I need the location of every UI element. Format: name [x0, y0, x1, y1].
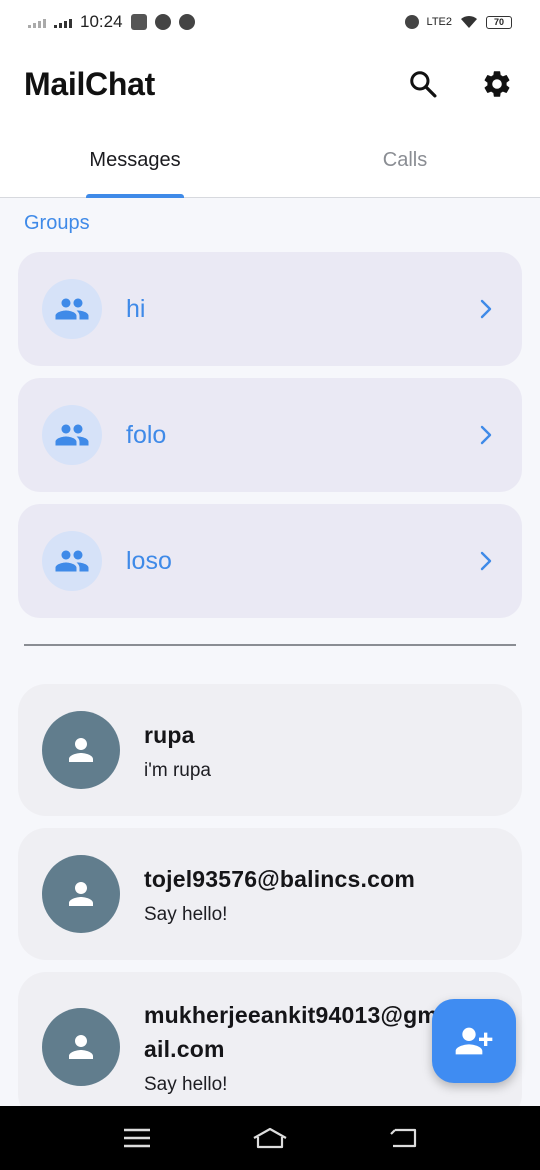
chevron-right-icon	[480, 425, 492, 445]
signal-icon	[54, 16, 72, 28]
contact-item[interactable]: tojel93576@balincs.com Say hello!	[18, 828, 522, 960]
app-title: MailChat	[24, 65, 155, 102]
app-actions	[406, 67, 516, 101]
app-notification-icon	[178, 14, 195, 30]
contact-text: rupa i'm rupa	[144, 718, 211, 782]
group-name: loso	[126, 546, 172, 575]
home-button[interactable]	[245, 1118, 295, 1158]
person-icon	[69, 882, 93, 906]
avatar	[42, 855, 120, 933]
contact-name: tojel93576@balincs.com	[144, 866, 416, 892]
chevron-right-icon	[480, 299, 492, 319]
check-circle-icon	[154, 14, 171, 30]
group-item-folo[interactable]: folo	[18, 378, 522, 492]
group-avatar	[42, 405, 102, 465]
group-icon	[55, 550, 89, 572]
person-icon	[69, 1035, 93, 1059]
contact-subtitle: Say hello!	[144, 1074, 228, 1095]
group-name: hi	[126, 294, 146, 323]
group-icon	[55, 424, 89, 446]
tab-bar: Messages Calls	[0, 124, 540, 198]
sim-icon	[130, 14, 147, 30]
system-nav-bar	[0, 1106, 540, 1170]
network-label: LTE2	[426, 16, 452, 28]
chevron-right-icon	[480, 551, 492, 571]
status-right: LTE2 70	[404, 15, 512, 29]
tab-calls[interactable]: Calls	[270, 124, 540, 197]
tab-messages[interactable]: Messages	[0, 124, 270, 197]
person-icon	[69, 738, 93, 762]
settings-button[interactable]	[480, 67, 514, 101]
menu-icon	[123, 1128, 150, 1148]
gear-icon	[484, 71, 510, 97]
group-avatar	[42, 531, 102, 591]
status-bar: 10:24 LTE2 70	[0, 0, 540, 44]
wifi-icon	[461, 15, 477, 28]
add-contact-button[interactable]	[432, 999, 516, 1083]
group-icon	[55, 298, 89, 320]
search-icon	[410, 71, 437, 98]
contact-subtitle: Say hello!	[144, 904, 228, 925]
alarm-icon	[404, 15, 419, 29]
divider	[24, 644, 516, 646]
group-name: folo	[126, 420, 167, 449]
avatar	[42, 1008, 120, 1086]
avatar	[42, 711, 120, 789]
group-avatar	[42, 279, 102, 339]
app-bar: MailChat	[0, 44, 540, 124]
recent-apps-button[interactable]	[112, 1118, 162, 1158]
contact-item[interactable]: rupa i'm rupa	[18, 684, 522, 816]
search-button[interactable]	[406, 67, 440, 101]
back-icon	[390, 1128, 417, 1148]
signal-icon	[28, 16, 46, 28]
add-contact-icon	[455, 1027, 493, 1055]
contact-name: rupa	[144, 722, 195, 748]
battery-icon: 70	[486, 15, 512, 29]
contact-text: tojel93576@balincs.com Say hello!	[144, 862, 415, 926]
contact-name: mukherjeeankit94013@gmail.com	[144, 1002, 439, 1062]
groups-section-label: Groups	[24, 212, 90, 234]
group-item-hi[interactable]: hi	[18, 252, 522, 366]
contact-text: mukherjeeankit94013@gmail.com Say hello!	[144, 998, 444, 1096]
home-icon	[253, 1127, 287, 1149]
status-time: 10:24	[80, 12, 123, 31]
status-left: 10:24	[28, 12, 195, 32]
contact-subtitle: i'm rupa	[144, 760, 211, 781]
back-button[interactable]	[378, 1118, 428, 1158]
group-item-loso[interactable]: loso	[18, 504, 522, 618]
